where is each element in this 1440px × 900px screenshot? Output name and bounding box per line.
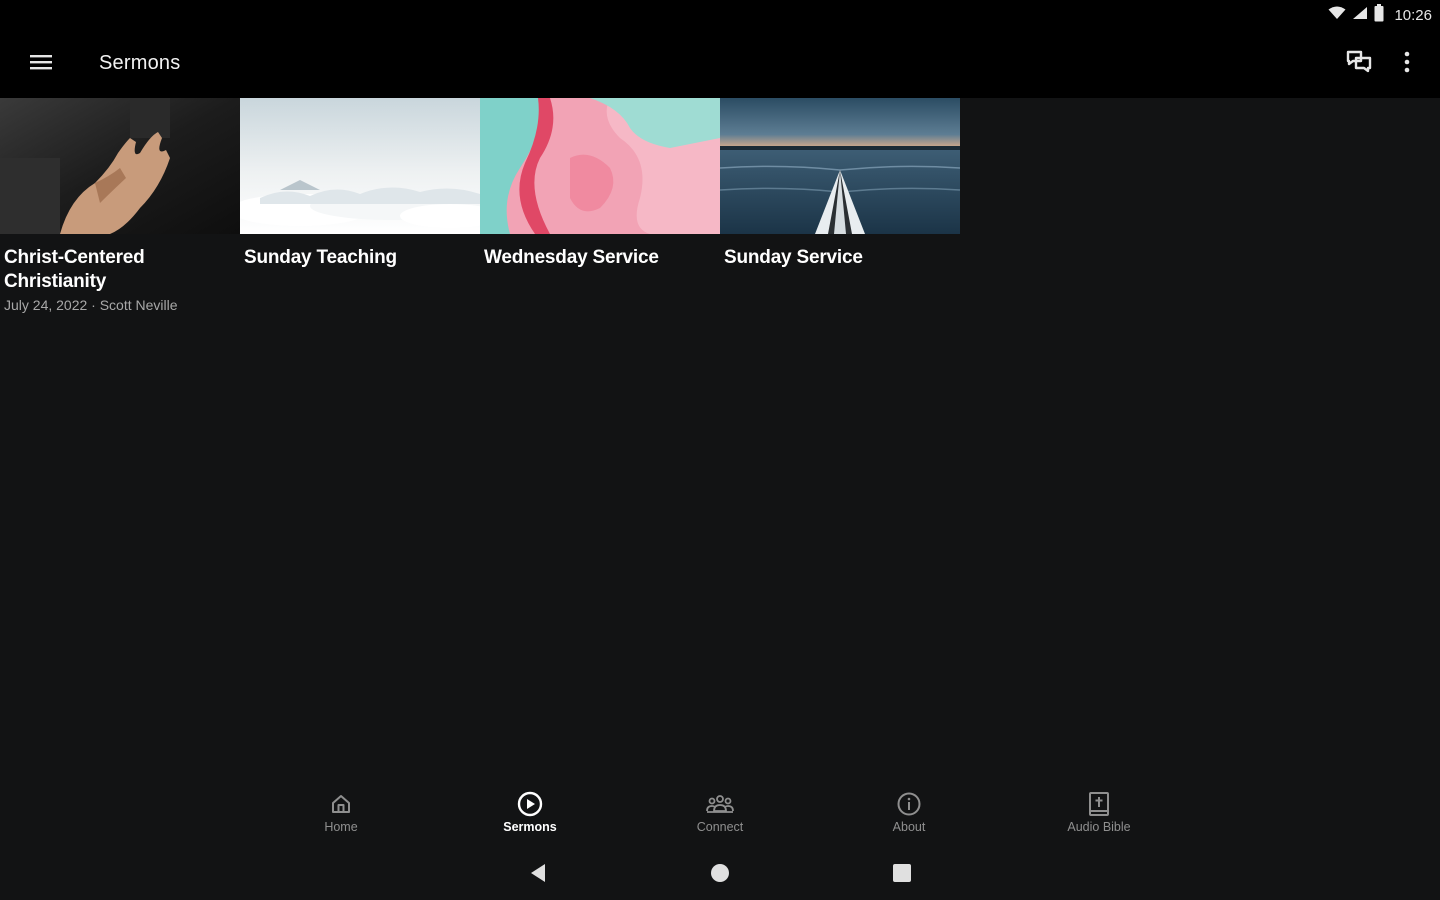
sermon-card[interactable]: Wednesday Service xyxy=(480,98,720,270)
hamburger-menu-icon xyxy=(30,53,52,76)
nav-connect[interactable]: Connect xyxy=(660,790,780,846)
more-options-button[interactable] xyxy=(1392,48,1422,80)
sermon-grid: Christ-Centered Christianity July 24, 20… xyxy=(0,98,1440,778)
nav-label: Home xyxy=(324,820,358,834)
status-icons: 10:26 xyxy=(1328,3,1432,27)
battery-icon xyxy=(1374,3,1384,27)
home-circle-icon xyxy=(710,863,730,888)
bottom-navigation: Home Sermons Connect About Audio Bible xyxy=(0,778,1440,850)
sermon-title: Sunday Teaching xyxy=(244,247,397,268)
chat-icon xyxy=(1346,50,1372,79)
bible-icon xyxy=(1085,790,1113,818)
sermon-title: Wednesday Service xyxy=(484,247,659,268)
sermon-title: Sunday Service xyxy=(724,247,863,268)
chat-button[interactable] xyxy=(1342,48,1376,80)
sermon-thumbnail-kayak-lake xyxy=(720,98,960,234)
nav-sermons[interactable]: Sermons xyxy=(470,790,590,846)
more-vert-icon xyxy=(1404,51,1410,78)
sermon-thumbnail-open-hand xyxy=(0,98,240,234)
nav-about[interactable]: About xyxy=(849,790,969,846)
system-navigation-bar xyxy=(0,850,1440,900)
nav-audio-bible[interactable]: Audio Bible xyxy=(1039,790,1159,846)
system-recents-button[interactable] xyxy=(882,860,922,890)
sermon-card[interactable]: Christ-Centered Christianity July 24, 20… xyxy=(0,98,240,313)
sermon-thumbnail-clouds xyxy=(240,98,480,234)
system-home-button[interactable] xyxy=(700,860,740,890)
sermon-card[interactable]: Sunday Service xyxy=(720,98,960,270)
info-icon xyxy=(895,790,923,818)
play-circle-icon xyxy=(516,790,544,818)
recents-icon xyxy=(892,863,912,888)
app-bar: Sermons xyxy=(0,30,1440,98)
nav-label: Audio Bible xyxy=(1067,820,1131,834)
system-back-button[interactable] xyxy=(518,860,558,890)
sermon-meta: July 24, 2022 · Scott Neville xyxy=(4,297,178,313)
group-icon xyxy=(706,790,734,818)
sermon-thumbnail-pink-marble xyxy=(480,98,720,234)
nav-home[interactable]: Home xyxy=(281,790,401,846)
sermon-card[interactable]: Sunday Teaching xyxy=(240,98,480,270)
status-time: 10:26 xyxy=(1394,6,1432,24)
home-icon xyxy=(327,790,355,818)
menu-button[interactable] xyxy=(24,48,58,80)
cell-signal-icon xyxy=(1352,6,1368,25)
page-title: Sermons xyxy=(99,52,181,74)
nav-label: About xyxy=(892,820,926,834)
status-bar: 10:26 xyxy=(0,0,1440,30)
wifi-icon xyxy=(1328,6,1346,25)
sermon-title: Christ-Centered Christianity xyxy=(4,247,145,292)
back-icon xyxy=(529,863,547,888)
nav-label: Sermons xyxy=(503,820,557,834)
nav-label: Connect xyxy=(696,820,744,834)
